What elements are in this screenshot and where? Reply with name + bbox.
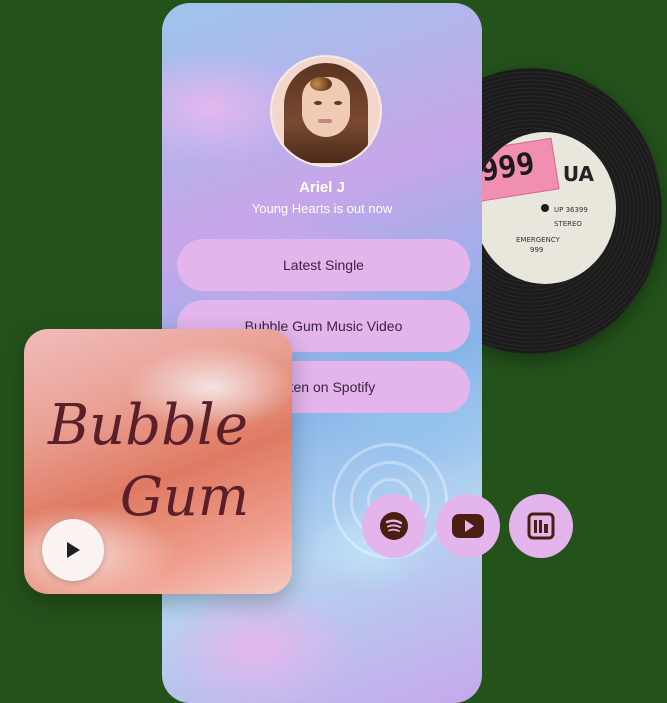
- profile-name: Ariel J: [299, 179, 345, 196]
- vinyl-label: 999 UA UP 36399 STEREO EMERGENCY 999: [474, 132, 616, 284]
- avatar-eye: [334, 101, 342, 105]
- profile-tagline: Young Hearts is out now: [251, 201, 393, 216]
- album-title-line2: Gum: [120, 465, 250, 528]
- vinyl-sticker-text: 999: [478, 145, 538, 189]
- spotify-icon: [380, 512, 408, 540]
- avatar-mouth: [318, 119, 332, 123]
- play-icon: [67, 542, 80, 558]
- youtube-button[interactable]: [436, 494, 500, 558]
- vinyl-brand: UA: [562, 162, 594, 186]
- link-button-latest-single[interactable]: Latest Single: [177, 239, 470, 291]
- vinyl-stereo: STEREO: [554, 220, 582, 228]
- vinyl-track: EMERGENCY: [516, 236, 560, 244]
- album-title-line1: Bubble: [48, 393, 248, 458]
- avatar-eye: [314, 101, 322, 105]
- album-art-card: Bubble Gum: [24, 329, 292, 594]
- vinyl-catalog: UP 36399: [554, 206, 588, 214]
- vinyl-sticker: 999: [474, 137, 560, 203]
- avatar: [270, 55, 382, 167]
- bandcamp-icon: [527, 512, 555, 540]
- bandcamp-button[interactable]: [509, 494, 573, 558]
- vinyl-center-hole: [541, 204, 549, 212]
- youtube-icon: [452, 514, 484, 538]
- play-button[interactable]: [42, 519, 104, 581]
- spotify-button[interactable]: [362, 494, 426, 558]
- butterfly-icon: [310, 77, 332, 91]
- vinyl-artist: 999: [530, 246, 544, 254]
